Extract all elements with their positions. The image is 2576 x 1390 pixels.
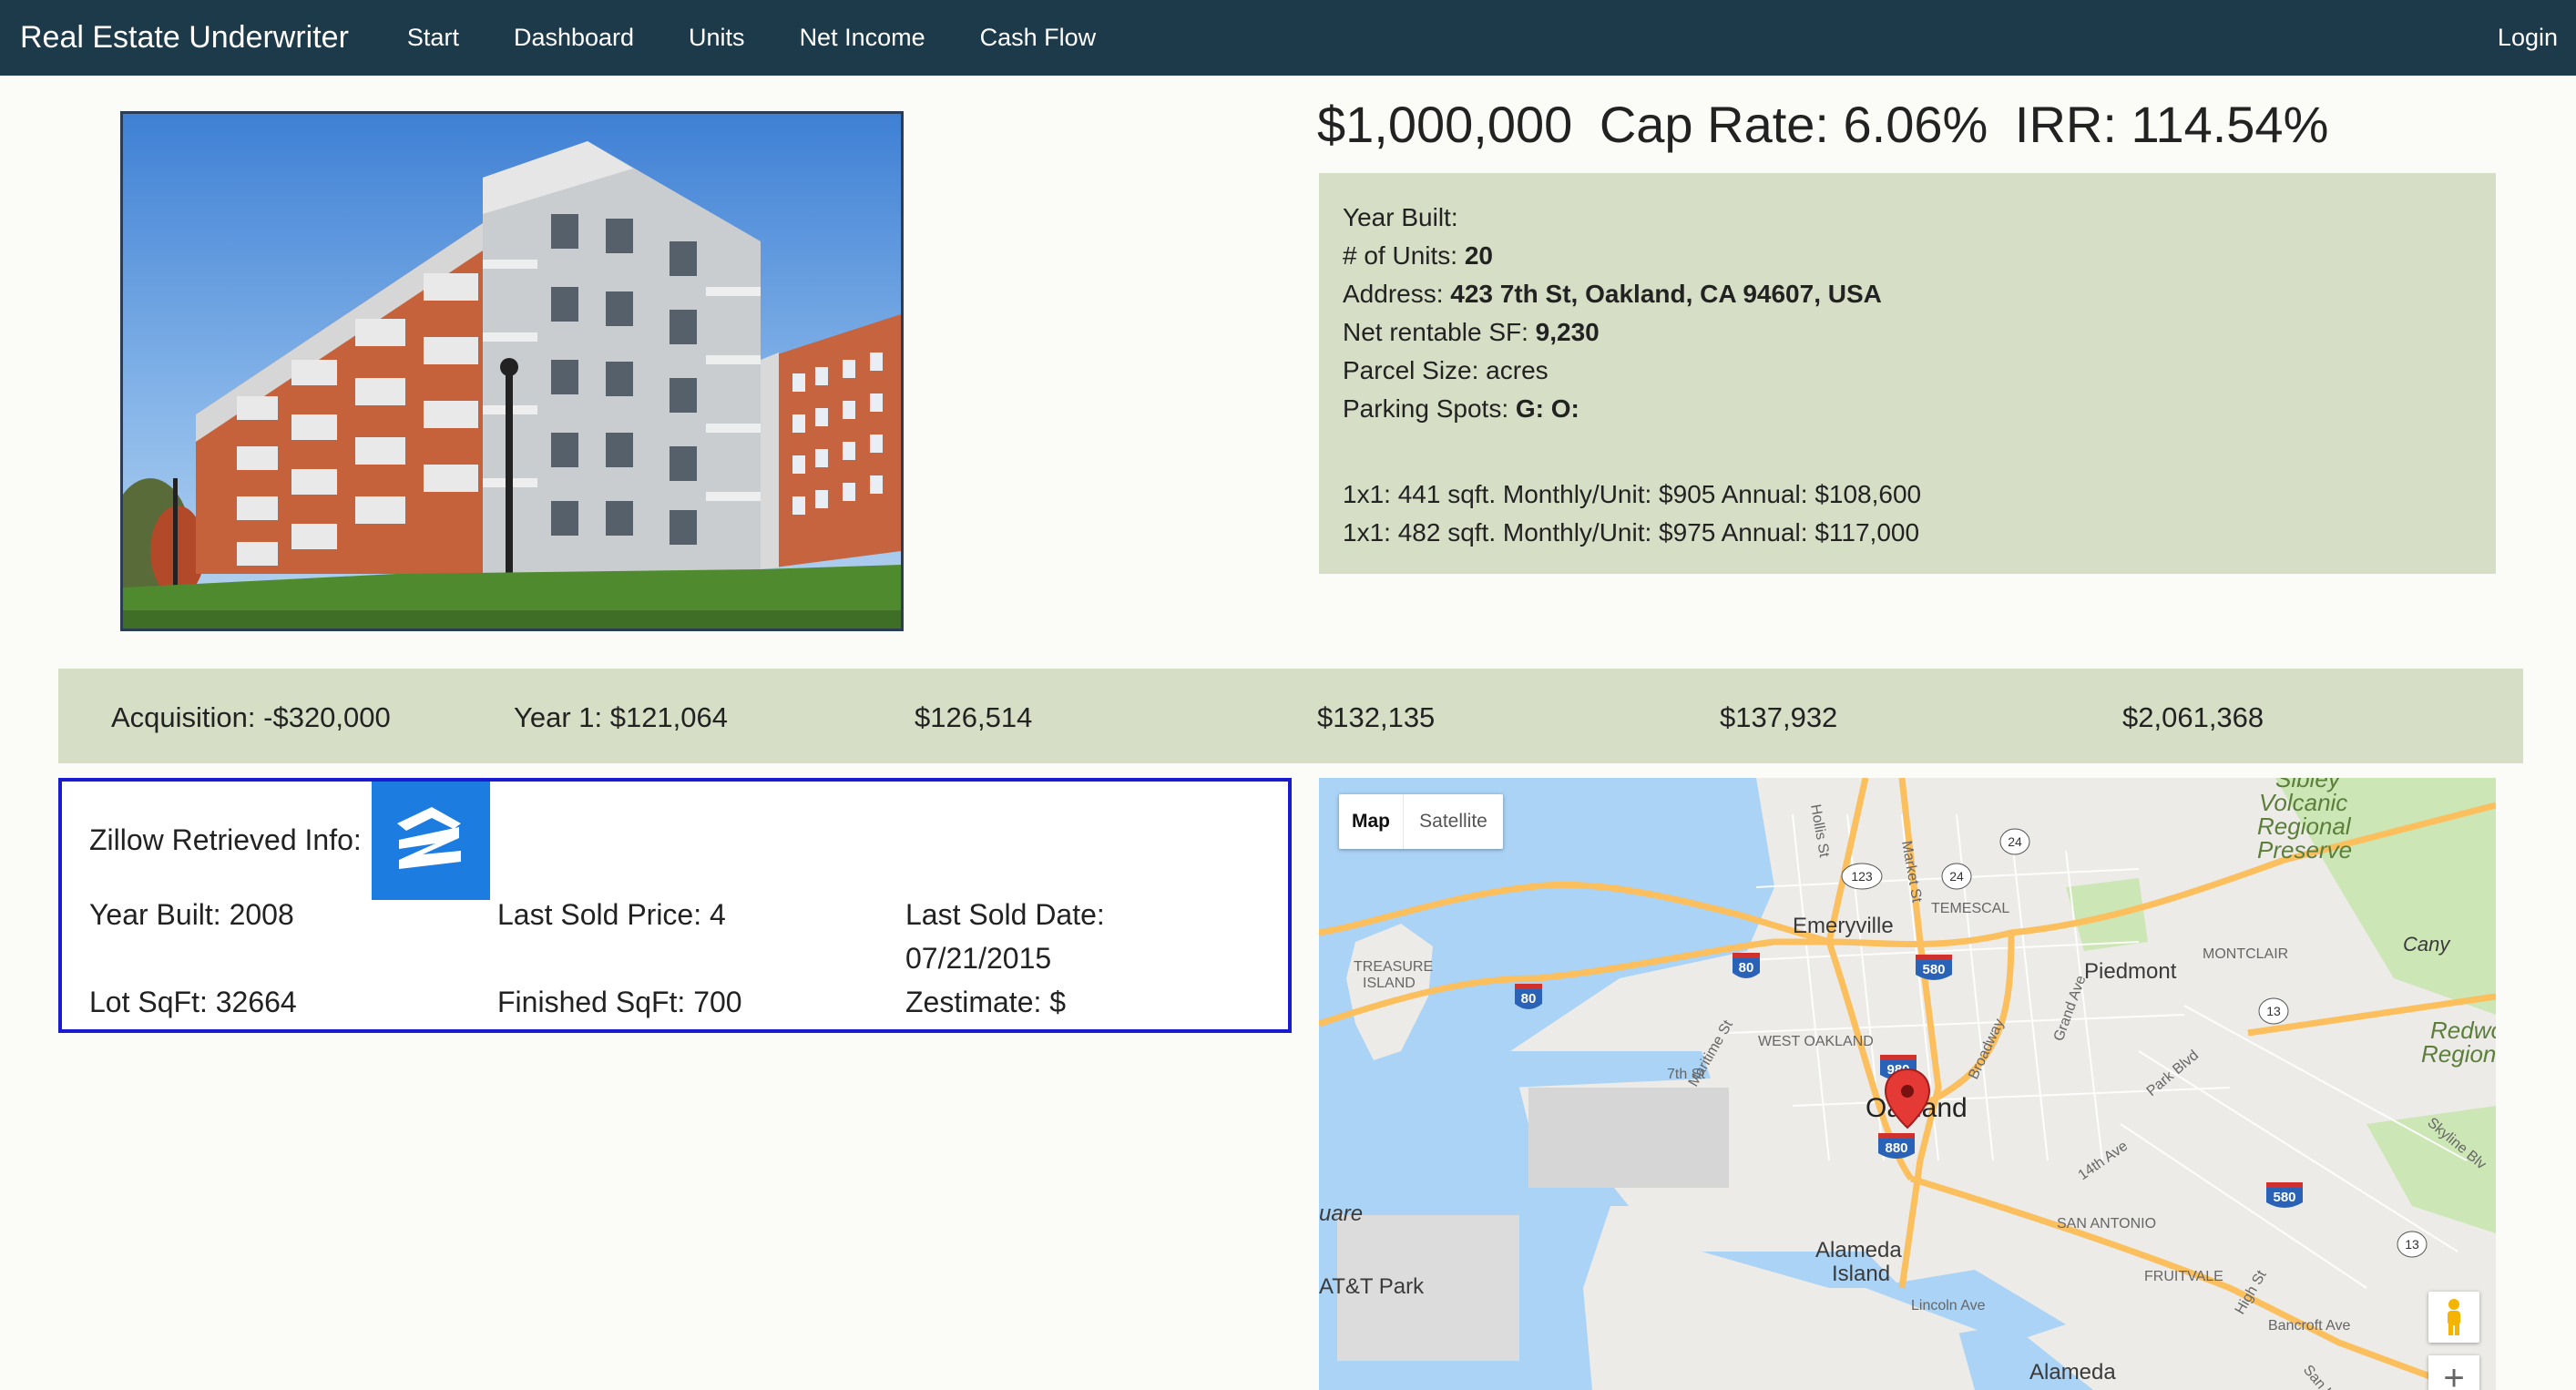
nav-start[interactable]: Start: [407, 24, 459, 52]
zillow-year-built: Year Built: 2008: [89, 898, 294, 931]
zillow-logo-icon: [372, 782, 490, 900]
cash-flow-year-3: $132,135: [1317, 701, 1436, 733]
zillow-last-sold-date: 07/21/2015: [905, 942, 1052, 975]
map-label-west-oakland: WEST OAKLAND: [1758, 1034, 1874, 1049]
route-13-label: 13: [2266, 1004, 2281, 1018]
map-label-square: uare: [1319, 1201, 1363, 1226]
map-type-satellite-button[interactable]: Satellite: [1403, 794, 1503, 849]
units-row: # of Units: 20: [1343, 237, 2472, 275]
zillow-title: Zillow Retrieved Info:: [89, 823, 362, 856]
price-text: $1,000,000: [1317, 96, 1573, 153]
cash-flow-year-4: $137,932: [1720, 701, 1838, 733]
i580-shield-label-east: 580: [2273, 1190, 2295, 1205]
zillow-finished-sqft: Finished SqFt: 700: [497, 986, 742, 1018]
brand-link[interactable]: Real Estate Underwriter: [20, 20, 349, 56]
map-label-piedmont: Piedmont: [2084, 959, 2177, 984]
units-value: 20: [1464, 241, 1493, 270]
cash-flow-acquisition: Acquisition: -$320,000: [111, 701, 391, 733]
parking-value: G: O:: [1515, 394, 1579, 423]
street-view-pegman-icon[interactable]: [2428, 1292, 2479, 1343]
property-details-panel: Year Built: # of Units: 20 Address: 423 …: [1319, 173, 2496, 574]
cash-flow-bar: Acquisition: -$320,000 Year 1: $121,064 …: [58, 669, 2523, 763]
map-label-lincoln-ave: Lincoln Ave: [1911, 1298, 1986, 1313]
zillow-last-sold-date-label: Last Sold Date:: [905, 898, 1105, 931]
cash-flow-year-5: $2,061,368: [2122, 701, 2264, 733]
zillow-info-panel: Zillow Retrieved Info: Year Built: 2008 …: [58, 778, 1292, 1033]
map-label-alameda-island-2: Island: [1832, 1262, 1890, 1286]
i580-shield-label: 580: [1922, 962, 1945, 977]
parking-row: Parking Spots: G: O:: [1343, 390, 2472, 428]
unit-type-row: 1x1: 482 sqft. Monthly/Unit: $975 Annual…: [1343, 518, 1920, 547]
map-label-temescal: TEMESCAL: [1931, 901, 2009, 916]
map-label-alameda-island-1: Alameda: [1815, 1238, 1902, 1262]
investment-summary-headline: $1,000,000 Cap Rate: 6.06% IRR: 114.54%: [1317, 95, 2341, 154]
sf-label: Net rentable SF:: [1343, 318, 1536, 346]
i80-shield-label-west: 80: [1521, 991, 1537, 1007]
address-label: Address:: [1343, 280, 1451, 308]
map-label-emeryville: Emeryville: [1793, 914, 1894, 938]
i880-shield-label: 880: [1885, 1140, 1907, 1156]
login-link[interactable]: Login: [2498, 24, 2558, 52]
nav-units[interactable]: Units: [689, 24, 745, 52]
cap-rate-text: Cap Rate: 6.06%: [1599, 96, 1988, 153]
route-123-label: 123: [1851, 869, 1873, 884]
top-navbar: Real Estate Underwriter Start Dashboard …: [0, 0, 2576, 76]
map-label-canyon: Cany: [2403, 933, 2451, 956]
apartment-building-image: [123, 114, 901, 629]
map-label-sibley-4: Preserve: [2257, 836, 2352, 864]
map-label-redwood-2: Regiona: [2421, 1040, 2496, 1068]
nav-dashboard[interactable]: Dashboard: [514, 24, 634, 52]
zillow-lot-sqft: Lot SqFt: 32664: [89, 986, 297, 1018]
nav-net-income[interactable]: Net Income: [800, 24, 925, 52]
location-map[interactable]: 80 80 580 580 880 980 123 24 24 13 13 Em…: [1319, 778, 2496, 1390]
cash-flow-year-1: Year 1: $121,064: [514, 701, 729, 733]
property-photo: [120, 111, 904, 631]
nav-cash-flow[interactable]: Cash Flow: [980, 24, 1097, 52]
sf-row: Net rentable SF: 9,230: [1343, 313, 2472, 352]
map-label-treasure-island-2: ISLAND: [1363, 976, 1416, 991]
route-24-label-north: 24: [2008, 834, 2022, 849]
address-value: 423 7th St, Oakland, CA 94607, USA: [1450, 280, 1882, 308]
route-13-label-south: 13: [2405, 1237, 2419, 1252]
map-label-bancroft-ave: Bancroft Ave: [2268, 1318, 2351, 1334]
map-type-control: Map Satellite: [1339, 794, 1503, 849]
year-built-label: Year Built:: [1343, 203, 1458, 231]
year-built-row: Year Built:: [1343, 199, 2472, 237]
parking-label: Parking Spots:: [1343, 394, 1516, 423]
map-canvas[interactable]: 80 80 580 580 880 980 123 24 24 13 13 Em…: [1319, 778, 2496, 1390]
parcel-row: Parcel Size: acres: [1343, 356, 1549, 384]
map-label-att-park: AT&T Park: [1319, 1274, 1425, 1299]
map-label-fruitvale: FRUITVALE: [2144, 1269, 2223, 1284]
unit-type-row: 1x1: 441 sqft. Monthly/Unit: $905 Annual…: [1343, 480, 1922, 508]
map-type-map-button[interactable]: Map: [1339, 794, 1403, 849]
map-label-montclair: MONTCLAIR: [2203, 946, 2288, 962]
zoom-in-button[interactable]: +: [2428, 1355, 2479, 1390]
map-label-alameda: Alameda: [2029, 1360, 2116, 1385]
zillow-zestimate: Zestimate: $: [905, 986, 1067, 1018]
i80-shield-label: 80: [1739, 960, 1754, 976]
sf-value: 9,230: [1535, 318, 1600, 346]
units-label: # of Units:: [1343, 241, 1465, 270]
zillow-last-sold-price: Last Sold Price: 4: [497, 898, 726, 931]
map-label-treasure-island-1: TREASURE: [1354, 959, 1433, 975]
irr-text: IRR: 114.54%: [2014, 96, 2329, 153]
map-label-san-antonio: SAN ANTONIO: [2057, 1216, 2156, 1232]
cash-flow-year-2: $126,514: [915, 701, 1033, 733]
address-row: Address: 423 7th St, Oakland, CA 94607, …: [1343, 275, 2472, 313]
route-24-label: 24: [1949, 869, 1964, 884]
